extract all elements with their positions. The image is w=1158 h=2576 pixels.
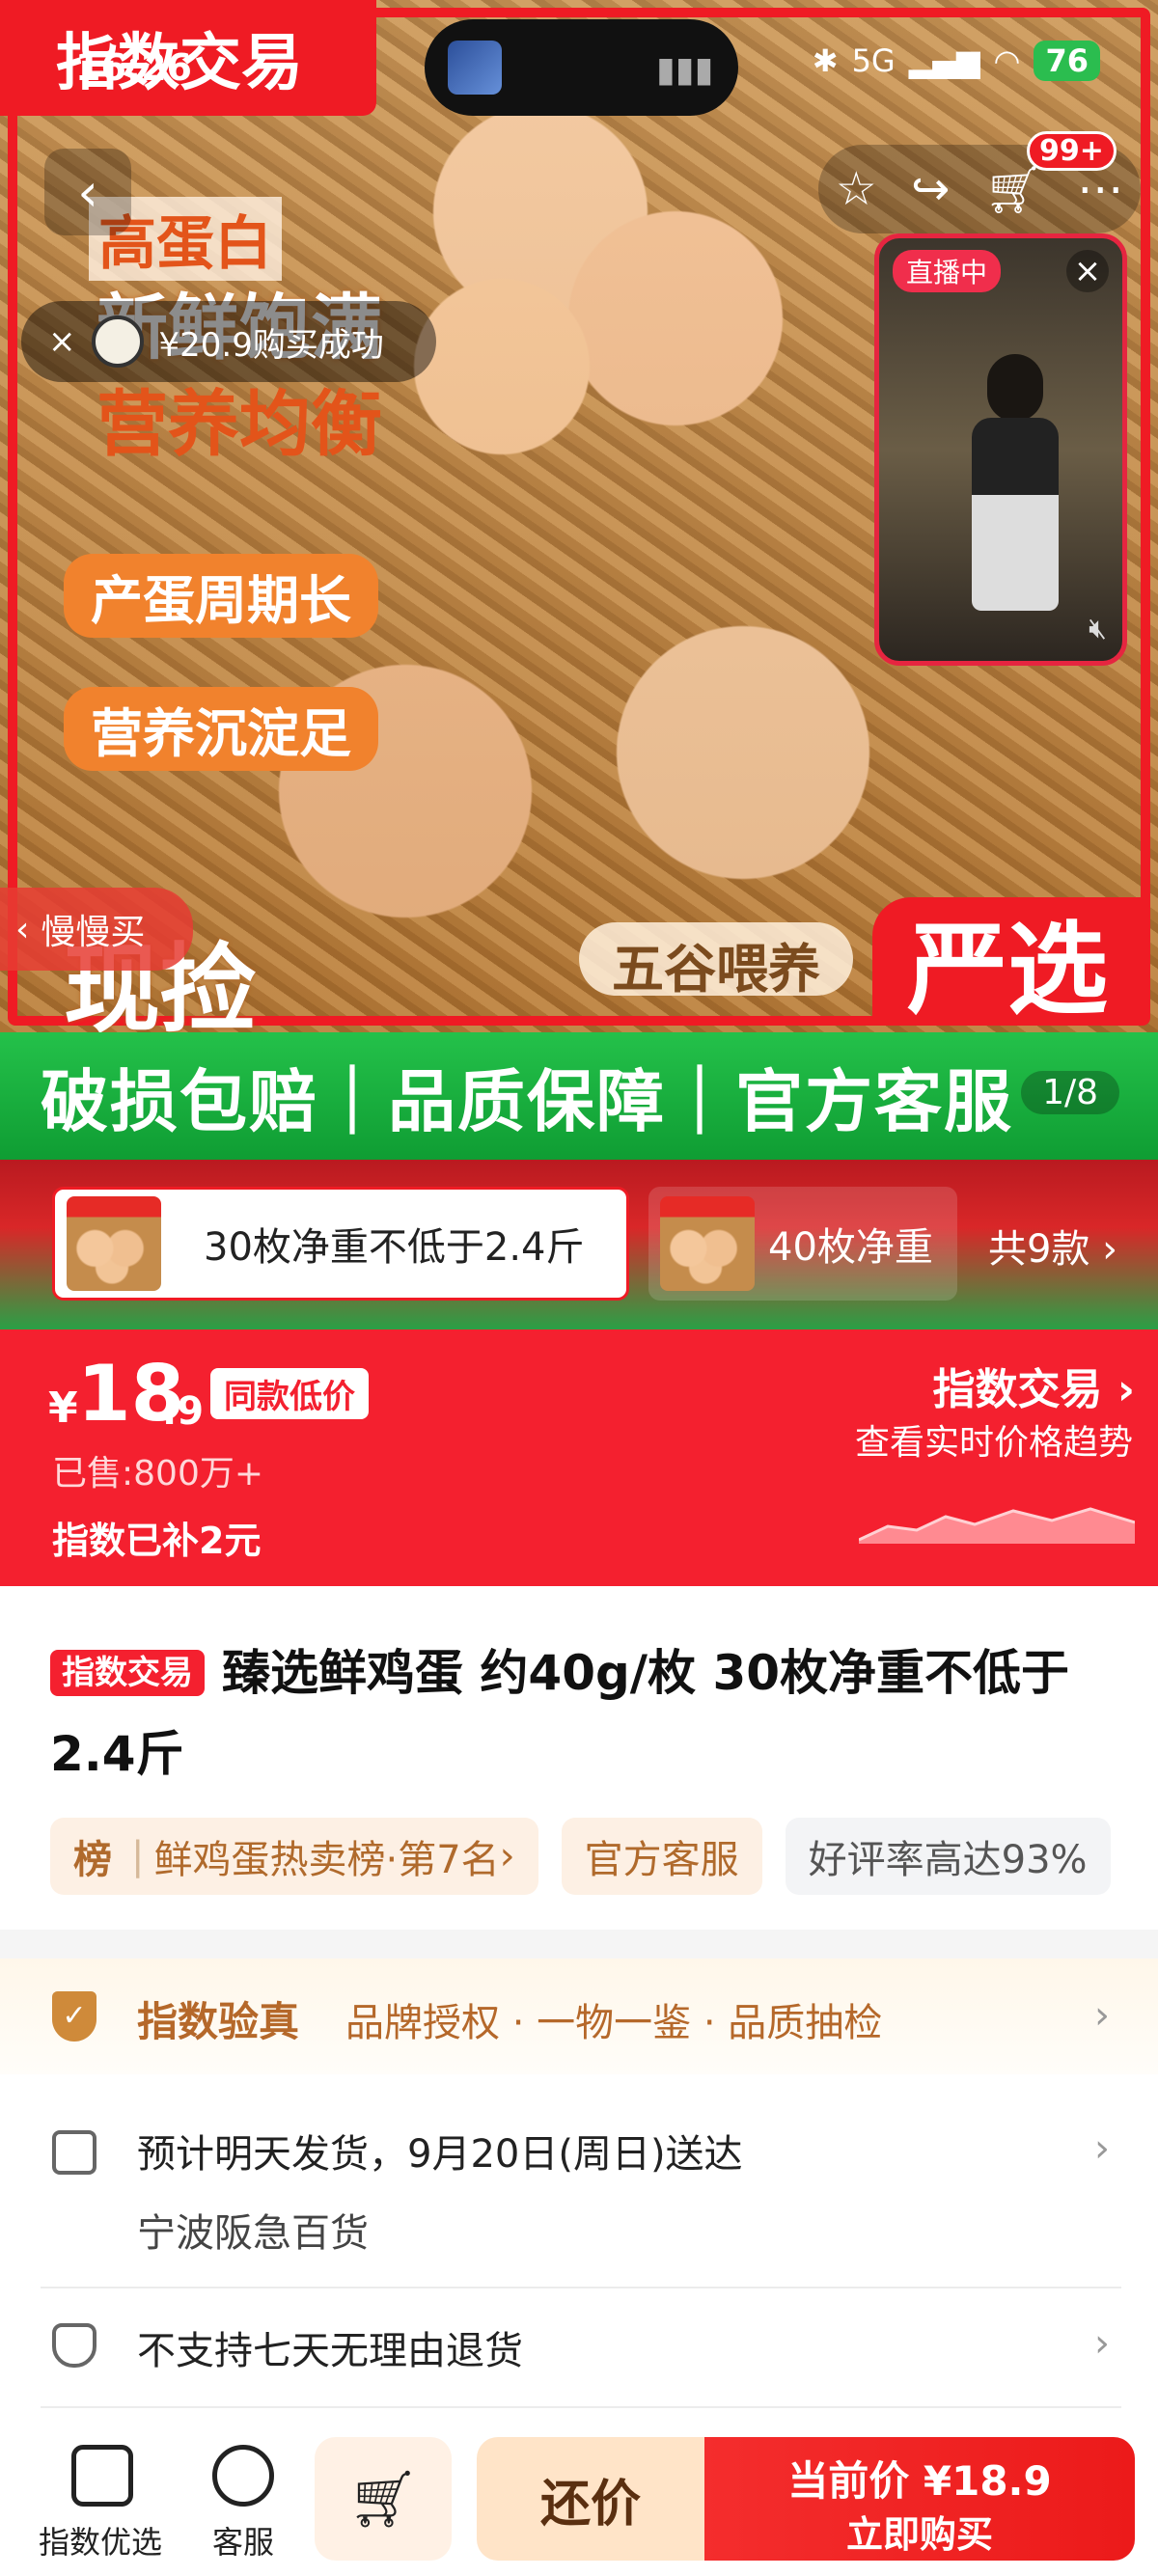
ranking-chip[interactable]: 榜 | 鲜鸡蛋热卖榜·第7名 › — [50, 1818, 538, 1895]
variant-total: 共9款 — [988, 1227, 1090, 1272]
index-trade-link[interactable]: 指数交易 › — [933, 1355, 1135, 1416]
price-trend-sparkline — [859, 1507, 1135, 1544]
low-price-badge: 同款低价 — [210, 1368, 369, 1419]
cart-add-icon: 🛒︎ — [347, 2465, 419, 2532]
promo-pill: 营养沉淀足 — [64, 687, 378, 771]
variant-option[interactable]: 40枚净重 — [648, 1187, 957, 1301]
audio-wave-icon: ▮▮▮ — [656, 50, 714, 90]
guarantee-banner: 破损包赔｜品质保障｜官方客服 — [0, 1032, 1158, 1160]
haggle-button[interactable]: 还价 — [477, 2437, 704, 2561]
cart-count-badge: 99+ — [1027, 131, 1117, 171]
buy-price: 当前价 ¥18.9 — [787, 2457, 1052, 2505]
add-to-cart-button[interactable]: 🛒︎ — [315, 2437, 452, 2561]
star-icon[interactable]: ☆ — [836, 162, 877, 216]
back-button[interactable]: ‹ — [44, 149, 131, 235]
subsidy-text: 指数已补2元 — [52, 1520, 262, 1562]
sold-count: 已售:800万+ — [52, 1454, 264, 1494]
toast-text: ¥20.9购买成功 — [158, 325, 384, 365]
product-title-block: 指数交易 臻选鲜鸡蛋 约40g/枚 30枚净重不低于2.4斤 — [50, 1632, 1131, 1795]
section-divider — [0, 1930, 1158, 1959]
rating-chip[interactable]: 好评率高达93% — [785, 1818, 1111, 1895]
smile-icon[interactable] — [212, 2445, 274, 2507]
image-counter: 1/8 — [1021, 1071, 1119, 1114]
network-label: 5G — [851, 42, 896, 79]
promo-line: 营养均衡 — [96, 383, 382, 466]
rank-text: 鲜鸡蛋热卖榜·第7名 — [153, 1838, 500, 1882]
mute-icon[interactable]: 🔇︎ — [1089, 612, 1107, 645]
slow-buy-button[interactable]: ‹ 慢慢买 — [0, 888, 193, 971]
return-policy[interactable]: 不支持七天无理由退货 — [137, 2319, 523, 2375]
row-divider — [41, 2287, 1121, 2288]
slow-buy-label: 慢慢买 — [41, 913, 146, 952]
dynamic-island: ▮▮▮ — [425, 19, 738, 116]
store-name: 宁波阪急百货 — [137, 2211, 369, 2256]
signal-icon: ▂▄▆ — [908, 42, 980, 79]
product-chips: 榜 | 鲜鸡蛋热卖榜·第7名 › 官方客服 好评率高达93% — [50, 1818, 1111, 1895]
price-trend-link[interactable]: 查看实时价格趋势 — [855, 1414, 1133, 1465]
wifi-icon: ◠ — [993, 42, 1021, 79]
chevron-right-icon: › — [1094, 1993, 1110, 2038]
close-icon[interactable]: × — [1066, 250, 1109, 292]
promo-feed-label: 五谷喂养 — [579, 922, 853, 1000]
status-icons: ✱ 5G ▂▄▆ ◠ 76 — [813, 41, 1100, 81]
shop-label[interactable]: 指数优选 — [39, 2518, 162, 2562]
variant-thumbnail — [67, 1196, 161, 1291]
variant-option-selected[interactable]: 30枚净重不低于2.4斤 — [52, 1187, 629, 1301]
battery-level: 76 — [1034, 41, 1100, 81]
chevron-right-icon: › — [1102, 1227, 1118, 1272]
truck-icon — [52, 2130, 96, 2175]
media-thumb — [448, 41, 502, 95]
live-stream-window[interactable]: 直播中 × 🔇︎ — [874, 233, 1127, 666]
variant-thumbnail — [660, 1196, 755, 1291]
row-divider — [41, 2406, 1121, 2408]
shop-icon[interactable] — [71, 2445, 133, 2507]
live-host — [962, 354, 1068, 615]
purchase-toast: × ¥20.9购买成功 — [21, 301, 436, 382]
official-service-chip[interactable]: 官方客服 — [561, 1818, 762, 1895]
price-decimal: .9 — [162, 1389, 205, 1434]
close-icon[interactable]: × — [48, 322, 76, 361]
price-panel: ¥ 18 .9 同款低价 已售:800万+ 指数已补2元 指数交易 › 查看实时… — [0, 1329, 1158, 1586]
title-badge: 指数交易 — [50, 1650, 205, 1696]
cart-icon[interactable]: 🛒︎ — [984, 162, 1043, 217]
chevron-right-icon: › — [1094, 2126, 1110, 2171]
promo-pill: 产蛋周期长 — [64, 554, 378, 638]
verify-title: 指数验真 — [137, 1998, 300, 2045]
variant-total-button[interactable]: 共9款 › — [988, 1218, 1117, 1274]
promo-select-badge: 严选 — [872, 897, 1143, 1028]
back-icon: ‹ — [77, 161, 98, 223]
rank-label: 榜 — [73, 1838, 112, 1882]
currency-symbol: ¥ — [48, 1384, 78, 1433]
delivery-estimate[interactable]: 预计明天发货，9月20日(周日)送达 — [137, 2123, 743, 2179]
variant-label: 30枚净重不低于2.4斤 — [204, 1225, 585, 1270]
chevron-left-icon: ‹ — [15, 909, 30, 949]
shield-check-icon: ✓ — [52, 1991, 96, 2042]
buy-label: 立即购买 — [845, 2513, 993, 2556]
service-label[interactable]: 客服 — [212, 2518, 274, 2562]
verify-items: 品牌授权 · 一物一鉴 · 品质抽检 — [345, 2001, 883, 2045]
chevron-right-icon: › — [1094, 2321, 1110, 2366]
avatar — [91, 315, 144, 368]
live-tag: 直播中 — [893, 250, 1002, 292]
bluetooth-icon: ✱ — [812, 42, 839, 79]
variant-label: 40枚净重 — [768, 1225, 933, 1270]
status-time: 16:26 — [75, 46, 192, 89]
chevron-right-icon: › — [499, 1834, 515, 1878]
return-icon — [52, 2323, 96, 2368]
buy-now-button[interactable]: 当前价 ¥18.9 立即购买 — [704, 2437, 1135, 2561]
share-icon[interactable]: ↪ — [911, 162, 950, 216]
